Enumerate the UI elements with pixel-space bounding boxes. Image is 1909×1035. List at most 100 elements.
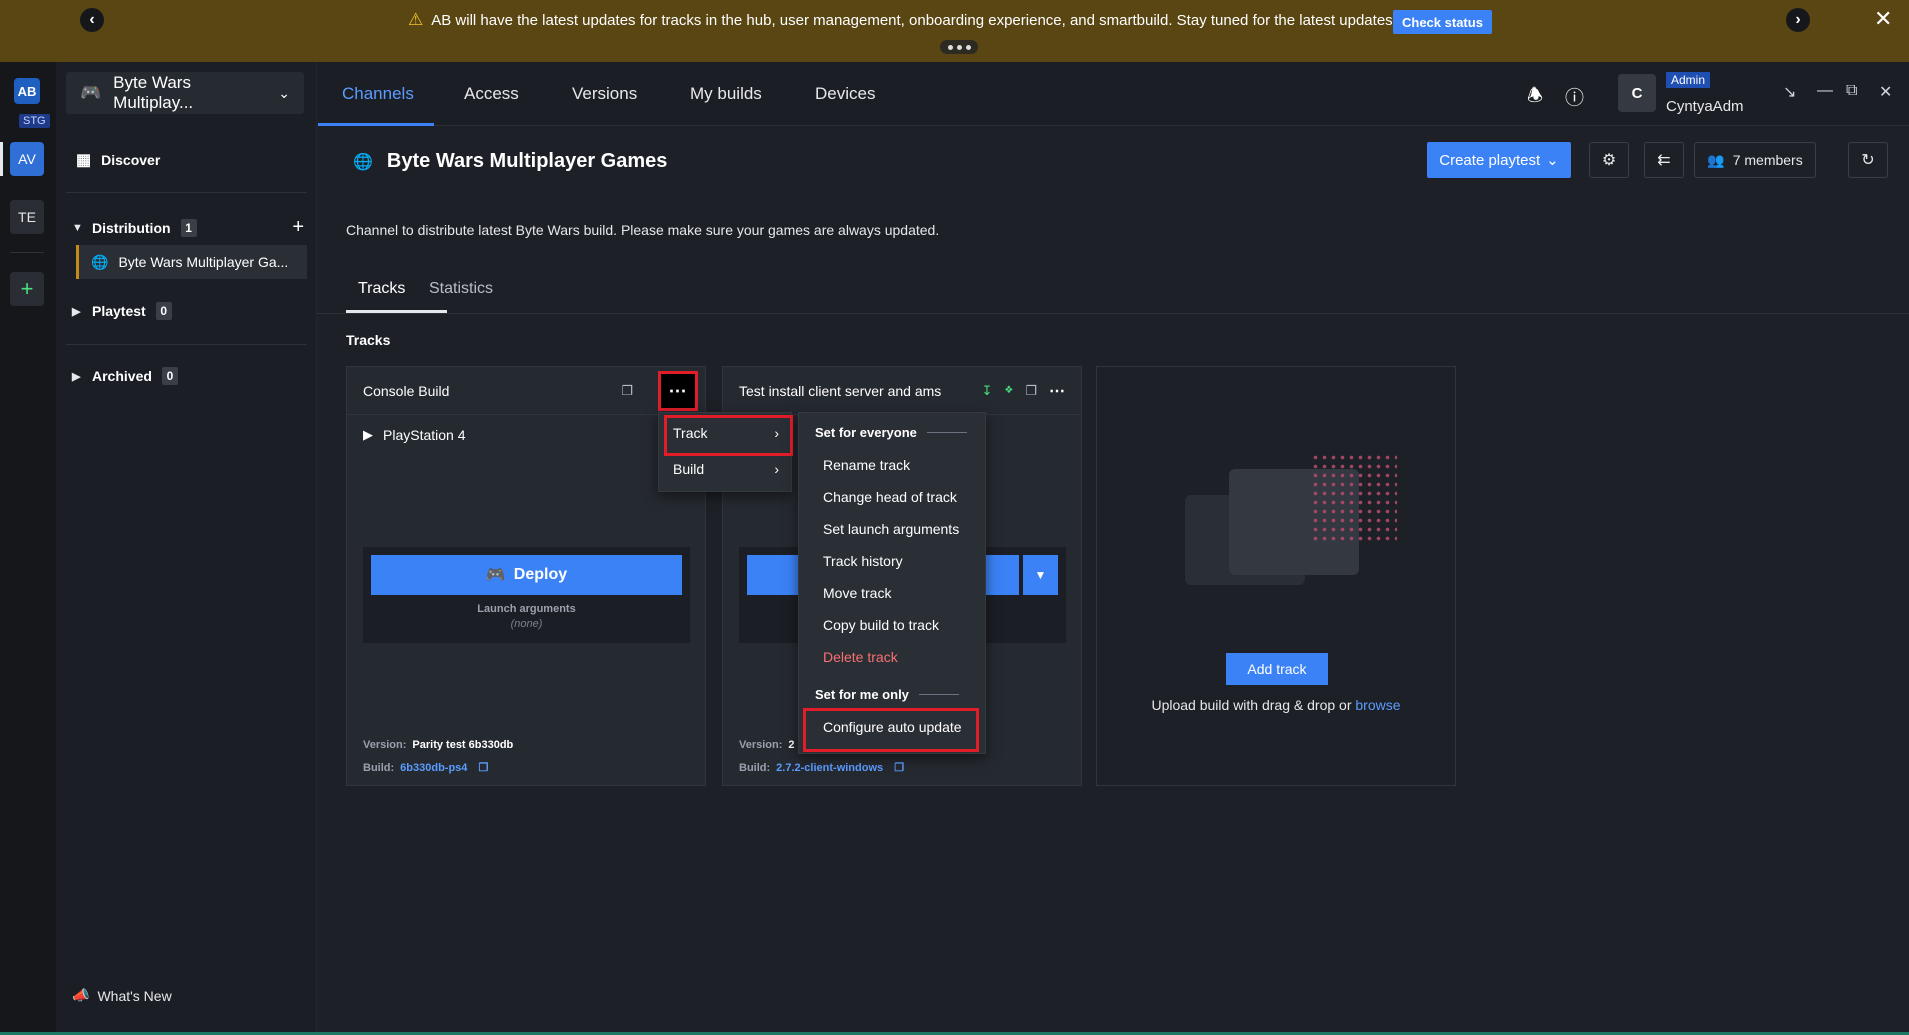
menu-item-set-launch-arguments[interactable]: Set launch arguments [823,521,959,537]
copy-icon[interactable]: ❐ [621,383,633,399]
tab-statistics[interactable]: Statistics [429,280,493,298]
track-header: Test install client server and ams ↧ ❖ ❐… [723,367,1081,415]
banner-message: ⚠ AB will have the latest updates for tr… [408,10,1397,30]
window-close-icon[interactable]: ✕ [1879,82,1892,102]
gamepad-icon: 🎮 [80,83,102,102]
copy-icon[interactable]: ❐ [1025,383,1037,399]
tab-channels[interactable]: Channels [342,84,414,104]
more-options-icon[interactable]: ⋯ [1049,381,1065,401]
menu-item-copy-build[interactable]: Copy build to track [823,617,939,633]
workspace-te[interactable]: TE [10,200,44,234]
discover-label: Discover [101,152,161,168]
sidebar-section-distribution[interactable]: ▼ Distribution 1 + [72,216,304,239]
section-label: Archived [92,368,152,384]
sidebar-divider [66,344,307,345]
deploy-options-button[interactable]: ▼ [1023,555,1058,595]
sidebar-item-channel[interactable]: 🌐 Byte Wars Multiplayer Ga... [76,245,307,279]
build-link[interactable]: 6b330db-ps4 [400,762,467,774]
group-label: Set for everyone [815,425,917,440]
settings-button[interactable]: ⚙ [1589,142,1629,178]
menu-item-delete-track[interactable]: Delete track [823,649,898,665]
chevron-down-icon: ⌄ [278,84,290,101]
members-button[interactable]: 👥 7 members [1694,142,1816,178]
menu-item-rename-track[interactable]: Rename track [823,457,910,473]
upload-text: Upload build with drag & drop or [1151,697,1352,713]
more-options-button[interactable]: ⋯ [658,371,698,411]
tab-my-builds[interactable]: My builds [690,84,762,104]
banner-close-icon[interactable]: ✕ [1874,6,1892,32]
check-status-button[interactable]: Check status [1393,10,1492,34]
banner-prev-button[interactable]: ‹ [80,8,104,32]
count-badge: 0 [155,302,172,320]
version-label: Version: [739,739,783,751]
download-icon: ↧ [981,382,993,398]
grid-icon: ▦ [76,152,92,169]
sidebar-section-archived[interactable]: ▶ Archived 0 [72,367,178,385]
app-logo-icon[interactable]: AB [14,78,40,104]
share-button[interactable]: ⇇ [1644,142,1684,178]
track-name: Console Build [363,382,450,399]
caret-down-icon: ▼ [72,221,83,234]
tab-devices[interactable]: Devices [815,84,875,104]
section-label: Distribution [92,219,171,236]
copy-icon[interactable]: ❐ [478,762,488,774]
help-icon[interactable]: ⓘ [1565,83,1584,110]
avatar[interactable]: C [1618,74,1656,112]
browse-link[interactable]: browse [1355,697,1400,713]
refresh-button[interactable]: ↻ [1848,142,1888,178]
track-card-console: Console Build ❐ ▶ PlayStation 4 🎮 Deploy… [346,366,706,786]
top-navigation: Channels Access Versions My builds Devic… [317,62,1909,126]
add-track-button[interactable]: Add track [1226,653,1328,685]
menu-item-build[interactable]: Build › [673,461,779,477]
banner-next-button[interactable]: › [1786,8,1810,32]
menu-item-change-head[interactable]: Change head of track [823,489,957,505]
version-value: Parity test 6b330db [412,739,514,751]
platform-name: PlayStation 4 [383,427,466,443]
megaphone-icon: 📣 [72,987,90,1003]
create-playtest-button[interactable]: Create playtest ⌄ [1427,142,1571,178]
bell-icon[interactable]: 🕭 [1527,83,1543,113]
minimize-icon[interactable]: — [1817,82,1833,100]
stage-badge: STG [19,114,50,128]
workspace-rail: AB STG AV TE + [0,62,56,1035]
build-label: Build: [363,762,395,774]
group-set-for-me: Set for me only [815,687,959,702]
version-label: Version: [363,739,407,751]
rail-divider [10,252,44,253]
build-link[interactable]: 2.7.2-client-windows [776,762,883,774]
track-submenu: Set for everyone Rename track Change hea… [798,412,986,754]
menu-item-track-history[interactable]: Track history [823,553,903,569]
sync-icon: ❖ [1004,385,1014,396]
highlight-configure-item [803,708,979,752]
menu-item-move-track[interactable]: Move track [823,585,891,601]
restore-icon[interactable]: ⧉ [1846,82,1857,100]
tab-tracks[interactable]: Tracks [358,280,405,298]
active-subtab-underline [346,310,447,313]
section-title: Tracks [346,332,391,348]
sidebar-item-discover[interactable]: ▦ Discover [76,150,160,170]
add-track-card: Add track Upload build with drag & drop … [1096,366,1456,786]
gear-icon: ⚙ [1601,152,1617,169]
add-channel-icon[interactable]: + [292,216,304,239]
workspace-av[interactable]: AV [10,142,44,176]
username: CyntyaAdm [1666,98,1744,115]
count-badge: 0 [161,367,178,385]
create-playtest-label: Create playtest [1439,151,1541,169]
tab-versions[interactable]: Versions [572,84,637,104]
channel-description: Channel to distribute latest Byte Wars b… [346,222,940,238]
deploy-button[interactable]: 🎮 Deploy [371,555,682,595]
version-row: Version: 2 [739,739,795,751]
project-selector[interactable]: 🎮 Byte Wars Multiplay... ⌄ [66,72,304,114]
collapse-icon[interactable]: ↘ [1783,82,1796,102]
sidebar-section-playtest[interactable]: ▶ Playtest 0 [72,302,172,320]
project-name: Byte Wars Multiplay... [113,73,194,112]
announcement-banner: ‹ ⚠ AB will have the latest updates for … [0,0,1909,62]
whats-new-link[interactable]: 📣 What's New [72,987,172,1004]
tab-access[interactable]: Access [464,84,519,104]
banner-pagination[interactable] [940,40,978,54]
deploy-label: Deploy [513,566,568,583]
add-workspace-icon[interactable]: + [10,272,44,306]
version-row: Version: Parity test 6b330db [363,739,513,751]
active-indicator [0,142,3,176]
copy-icon[interactable]: ❐ [894,762,904,774]
